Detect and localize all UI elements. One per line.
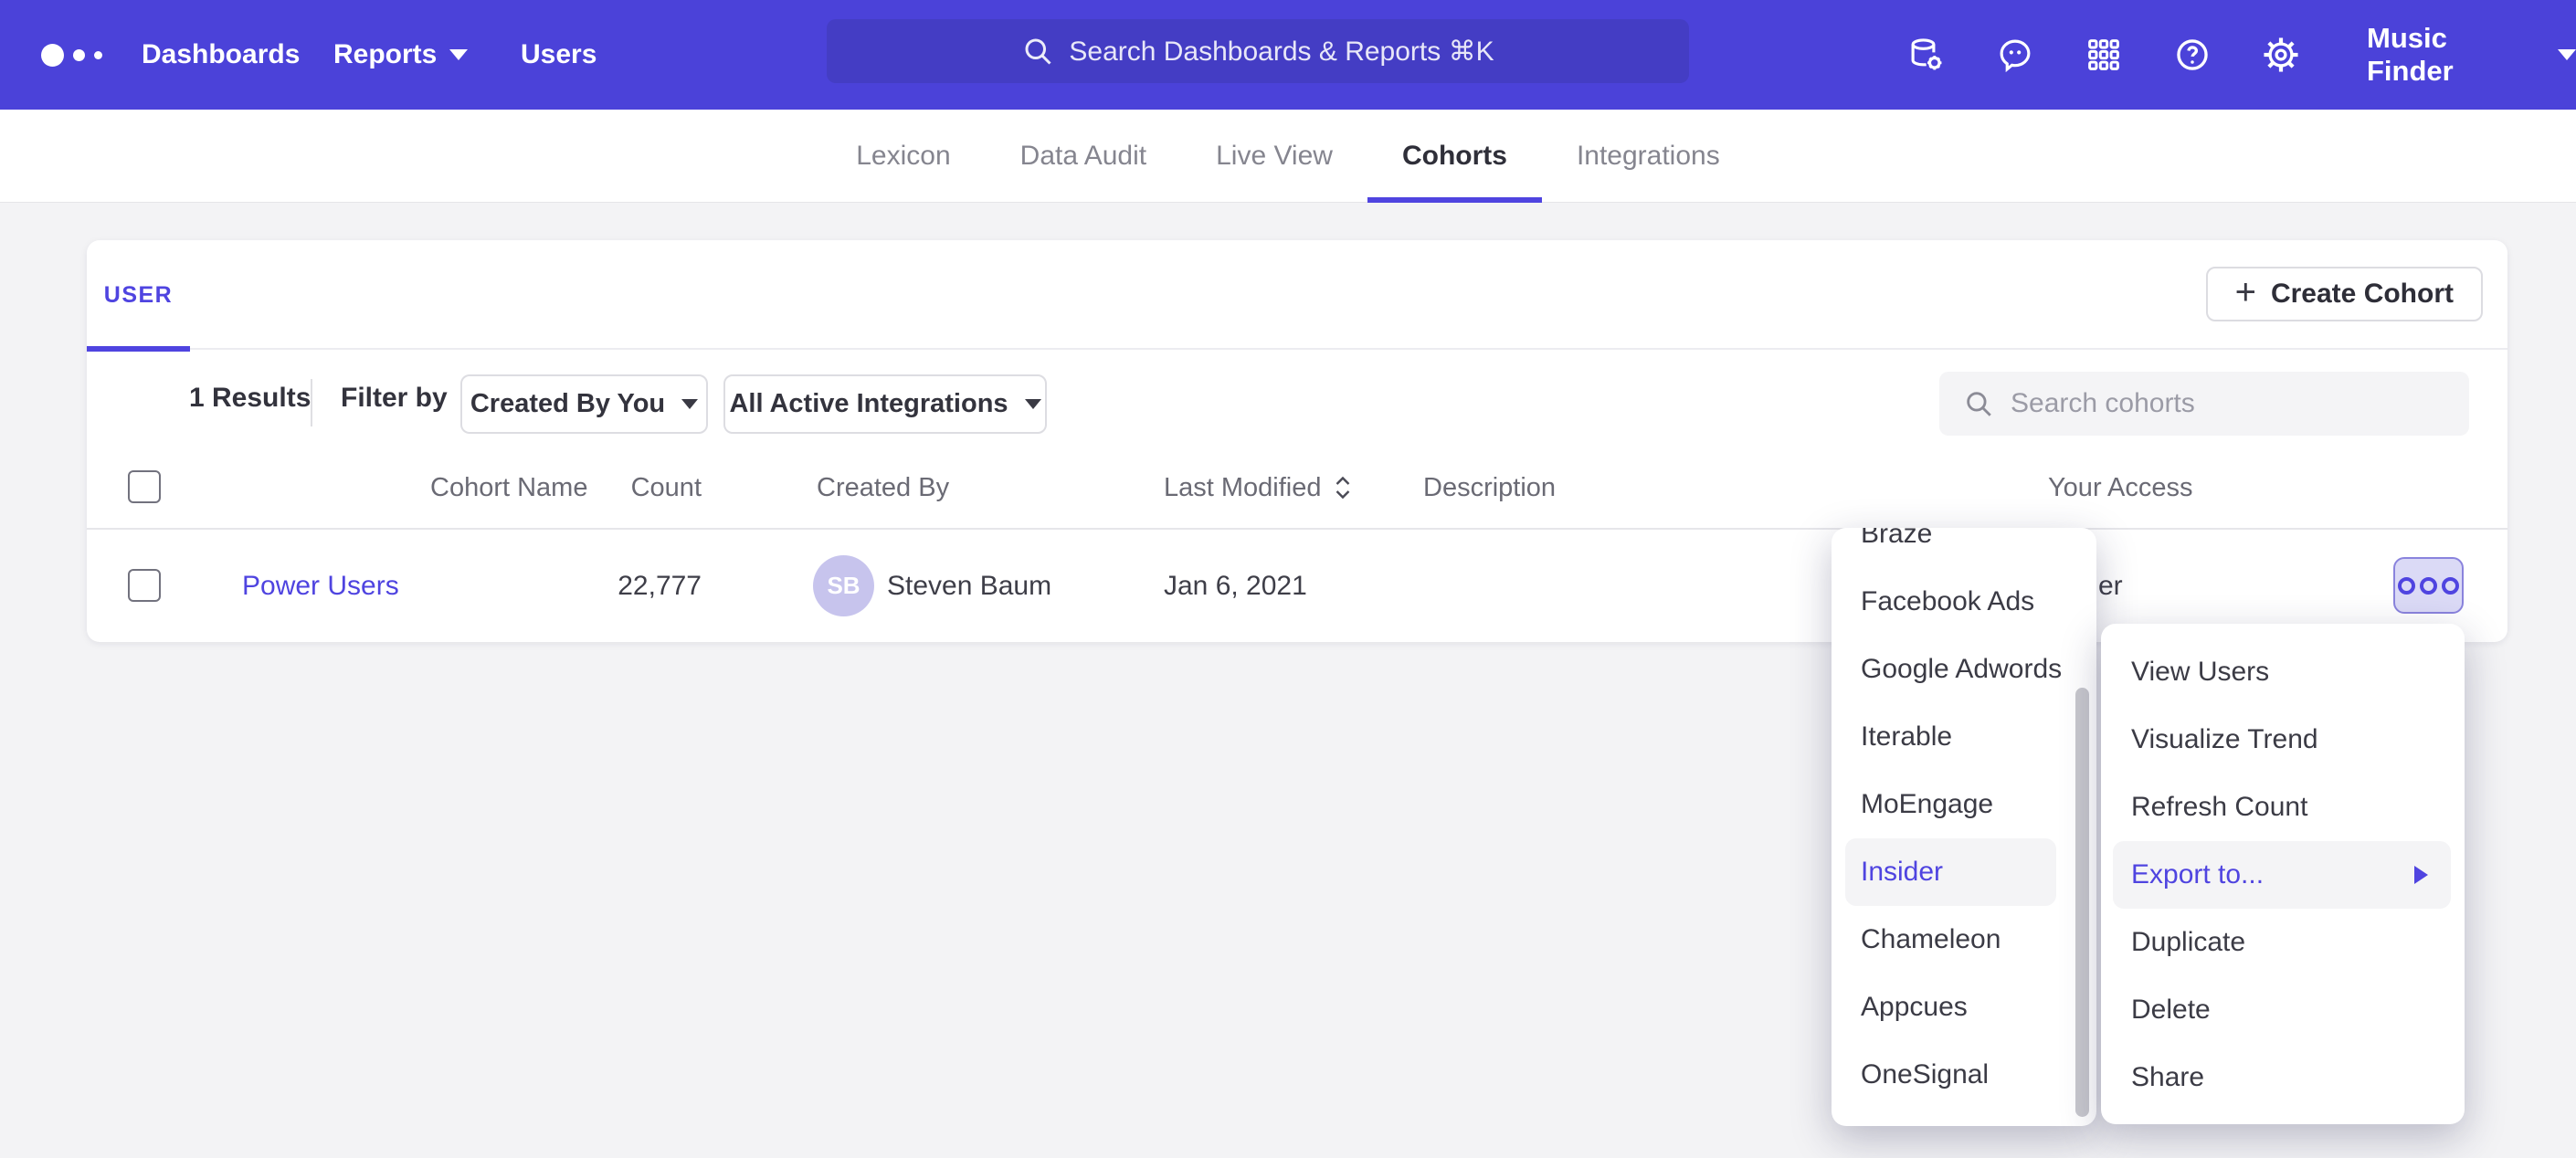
- menu-item-moengage[interactable]: MoEngage: [1832, 771, 2096, 838]
- create-cohort-button[interactable]: + Create Cohort: [2206, 267, 2483, 321]
- account-menu[interactable]: Music Finder: [2367, 0, 2576, 110]
- data-settings-icon[interactable]: [1907, 36, 1946, 74]
- row-context-menu: View Users Visualize Trend Refresh Count…: [2101, 624, 2465, 1124]
- chevron-down-icon: [681, 399, 698, 409]
- created-by-name: Steven Baum: [887, 530, 1051, 642]
- ellipsis-icon: [2420, 577, 2437, 595]
- cohort-count: 22,777: [580, 530, 702, 642]
- top-navigation-bar: Dashboards Reports Users Search Dashboar…: [0, 0, 2576, 110]
- apps-grid-icon[interactable]: [2085, 36, 2123, 74]
- nav-reports[interactable]: Reports: [333, 0, 468, 110]
- menu-item-visualize-trend[interactable]: Visualize Trend: [2101, 706, 2465, 774]
- menu-item-appcues[interactable]: Appcues: [1832, 974, 2096, 1041]
- menu-item-delete[interactable]: Delete: [2101, 976, 2465, 1044]
- nav-dashboards[interactable]: Dashboards: [142, 0, 300, 110]
- user-tab-label: USER: [104, 282, 173, 309]
- account-name: Music Finder: [2367, 22, 2534, 88]
- topbar-icon-group: [1907, 0, 2300, 110]
- logo-dot-icon: [94, 51, 102, 59]
- cohort-search-field[interactable]: [1939, 372, 2469, 436]
- last-modified-date: Jan 6, 2021: [1164, 530, 1307, 642]
- tab-label: Lexicon: [856, 141, 950, 172]
- table-header: Cohort Name Count Created By Last Modifi…: [87, 446, 2507, 530]
- global-search-button[interactable]: Search Dashboards & Reports ⌘K: [827, 19, 1689, 83]
- filter-by-label: Filter by: [341, 350, 448, 446]
- tab-cohorts[interactable]: Cohorts: [1367, 110, 1542, 203]
- menu-item-share[interactable]: Share: [2101, 1044, 2465, 1111]
- global-search-placeholder: Search Dashboards & Reports ⌘K: [1069, 36, 1494, 68]
- menu-item-export-to[interactable]: Export to...: [2113, 841, 2451, 909]
- ellipsis-icon: [2398, 577, 2415, 595]
- nav-users-label: Users: [521, 39, 596, 70]
- menu-item-duplicate[interactable]: Duplicate: [2101, 909, 2465, 976]
- tab-data-audit[interactable]: Data Audit: [986, 110, 1181, 203]
- plus-icon: +: [2235, 274, 2256, 311]
- integrations-filter-label: All Active Integrations: [729, 389, 1008, 419]
- integrations-filter-dropdown[interactable]: All Active Integrations: [723, 374, 1047, 434]
- menu-item-facebook-ads[interactable]: Facebook Ads: [1832, 568, 2096, 636]
- section-tabs: Lexicon Data Audit Live View Cohorts Int…: [0, 110, 2576, 203]
- nav-users[interactable]: Users: [521, 0, 596, 110]
- tab-integrations[interactable]: Integrations: [1542, 110, 1755, 203]
- feedback-icon[interactable]: [1996, 36, 2034, 74]
- tab-live-view[interactable]: Live View: [1181, 110, 1367, 203]
- chevron-down-icon: [449, 49, 468, 60]
- user-tab-underline: [87, 346, 190, 352]
- cohort-name-link[interactable]: Power Users: [242, 530, 399, 642]
- tab-label: Cohorts: [1402, 141, 1507, 172]
- settings-gear-icon[interactable]: [2262, 36, 2300, 74]
- search-icon: [1021, 35, 1054, 68]
- column-description[interactable]: Description: [1423, 446, 1556, 530]
- cohorts-page: Dashboards Reports Users Search Dashboar…: [0, 0, 2576, 1158]
- results-count: 1 Results: [189, 350, 311, 446]
- menu-item-insider[interactable]: Insider: [1845, 838, 2056, 906]
- export-submenu: Braze Facebook Ads Google Adwords Iterab…: [1832, 528, 2096, 1126]
- row-actions-button[interactable]: [2393, 557, 2464, 614]
- cohort-type-header: USER + Create Cohort: [87, 240, 2507, 350]
- menu-item-onesignal[interactable]: OneSignal: [1832, 1041, 2096, 1109]
- tab-label: Data Audit: [1020, 141, 1146, 172]
- cohorts-card: USER + Create Cohort 1 Results Filter by…: [87, 240, 2507, 642]
- tab-user-cohorts[interactable]: USER: [87, 240, 190, 350]
- tab-lexicon[interactable]: Lexicon: [821, 110, 985, 203]
- help-icon[interactable]: [2173, 36, 2212, 74]
- chevron-down-icon: [1025, 399, 1041, 409]
- nav-dashboards-label: Dashboards: [142, 39, 300, 70]
- column-last-modified[interactable]: Last Modified: [1164, 446, 1353, 530]
- nav-reports-label: Reports: [333, 39, 437, 70]
- logo-dot-icon: [41, 44, 64, 67]
- menu-item-iterable[interactable]: Iterable: [1832, 703, 2096, 771]
- menu-item-refresh-count[interactable]: Refresh Count: [2101, 774, 2465, 841]
- submenu-arrow-icon: [2414, 866, 2428, 884]
- logo-dot-icon: [73, 49, 85, 61]
- menu-item-chameleon[interactable]: Chameleon: [1832, 906, 2096, 974]
- sort-icon[interactable]: [1333, 474, 1353, 501]
- tab-label: Live View: [1216, 141, 1333, 172]
- ellipsis-icon: [2442, 577, 2459, 595]
- created-by-filter-dropdown[interactable]: Created By You: [460, 374, 708, 434]
- submenu-scrollbar[interactable]: [2075, 688, 2089, 1117]
- column-created-by[interactable]: Created By: [817, 446, 949, 530]
- column-count[interactable]: Count: [580, 446, 702, 530]
- divider: [311, 379, 312, 426]
- created-by-filter-label: Created By You: [470, 389, 665, 419]
- menu-item-braze[interactable]: Braze: [1832, 528, 2096, 568]
- create-cohort-label: Create Cohort: [2271, 279, 2454, 310]
- column-your-access[interactable]: Your Access: [2048, 446, 2193, 530]
- menu-item-google-adwords[interactable]: Google Adwords: [1832, 636, 2096, 703]
- menu-item-view-users[interactable]: View Users: [2101, 638, 2465, 706]
- row-checkbox[interactable]: [128, 569, 161, 602]
- avatar: SB: [813, 555, 874, 616]
- chevron-down-icon: [2558, 49, 2576, 60]
- active-tab-underline: [1367, 197, 1542, 203]
- export-submenu-list: Braze Facebook Ads Google Adwords Iterab…: [1832, 528, 2096, 1109]
- column-cohort-name[interactable]: Cohort Name: [430, 446, 587, 530]
- tab-label: Integrations: [1577, 141, 1720, 172]
- app-logo[interactable]: [41, 0, 102, 110]
- select-all-checkbox[interactable]: [128, 470, 161, 503]
- search-icon: [1963, 388, 1994, 419]
- cohort-search-input[interactable]: [2011, 388, 2445, 419]
